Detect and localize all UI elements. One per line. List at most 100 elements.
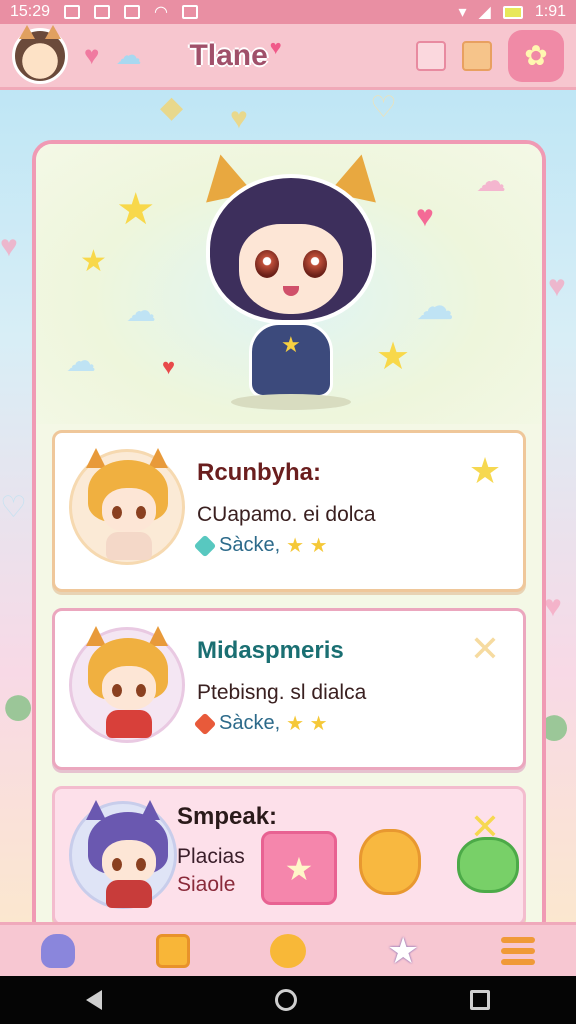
- mouth-icon: [283, 286, 299, 296]
- eye-icon: [303, 250, 327, 278]
- character-portrait: [69, 626, 185, 743]
- portrait-outfit: [106, 532, 152, 560]
- chick-icon: [269, 933, 306, 968]
- portrait-face: [102, 666, 156, 710]
- character-subtitle: Siaole: [177, 873, 236, 896]
- favorite-star-icon[interactable]: ✕: [465, 807, 505, 847]
- heart-deco-icon: ♥: [416, 200, 434, 233]
- character-card[interactable]: Rcunbyha: CUapamo. ei dolca Sàcke, ★ ★ ★: [52, 430, 526, 592]
- cloud-deco-icon: ☁: [126, 295, 156, 328]
- tag-label: Sàcke,: [219, 534, 281, 556]
- square-deco-icon: ◆: [160, 91, 184, 124]
- character-portrait: [69, 448, 185, 565]
- portrait-outfit: [106, 880, 152, 908]
- heart-deco-icon: ♥: [162, 354, 176, 379]
- eye-icon: [112, 684, 122, 697]
- eye-icon: [136, 858, 146, 871]
- nav-star-button[interactable]: ★: [375, 929, 431, 973]
- portrait-face: [102, 840, 156, 884]
- cloud-icon[interactable]: ☁: [115, 40, 141, 71]
- heart-deco-icon: ♡: [370, 91, 397, 124]
- character-list: Rcunbyha: CUapamo. ei dolca Sàcke, ★ ★ ★: [52, 430, 526, 922]
- character-card[interactable]: Midaspmeris Ptebisng. sl dialca Sàcke, ★…: [52, 608, 526, 770]
- flower-icon: ✿: [524, 40, 548, 71]
- star-icon: ★: [387, 929, 420, 971]
- frame-icon: [155, 933, 190, 968]
- system-nav-bar: [0, 976, 576, 1024]
- star-deco-icon: ★: [116, 185, 156, 234]
- heart-deco-icon: ♥: [548, 270, 566, 303]
- character-tag: Sàcke, ★ ★: [193, 711, 328, 736]
- star-badge-icon: ★: [281, 332, 301, 357]
- rating-stars: ★ ★: [286, 535, 328, 557]
- heart-deco-icon: ♥: [230, 102, 248, 135]
- main-card: ★ ★ ☁ ☁ ♥ ☁ ♥ ☁ ★ ★ Rcunbyha: CUapamo. e…: [32, 140, 546, 922]
- character-name: Midaspmeris: [197, 637, 344, 664]
- battery-icon: [502, 5, 523, 19]
- main-scene: ◆ ♥ ♡ ♥ ♡ ♥ ♥ ● ● ★ ★ ☁ ☁ ♥ ☁ ♥ ☁ ★ ★ Rc…: [0, 90, 576, 922]
- home-icon[interactable]: [274, 989, 297, 1011]
- gem-icon: [193, 712, 217, 735]
- character-tag: Sàcke, ★ ★: [193, 533, 328, 558]
- wifi-signal-icon: ▾: [458, 4, 467, 21]
- back-icon[interactable]: [86, 990, 103, 1010]
- cloud-deco-icon: ☁: [476, 165, 506, 198]
- close-icon[interactable]: ✕: [465, 629, 505, 669]
- nav-frame-button[interactable]: [145, 929, 201, 973]
- character-card[interactable]: Smpeak: Placias Siaole ★ ✕: [52, 786, 526, 922]
- character-description: Placias: [177, 845, 245, 868]
- notification-icon: [64, 5, 81, 19]
- gallery-icon[interactable]: [416, 40, 446, 71]
- eye-icon: [136, 684, 146, 697]
- character-name: Rcunbyha:: [197, 459, 322, 486]
- heart-deco-icon: ♥: [544, 590, 562, 623]
- heart-icon[interactable]: ♥: [84, 40, 99, 71]
- cloud-deco-icon: ☁: [66, 345, 96, 378]
- sticker-item[interactable]: ★: [261, 831, 337, 905]
- nav-menu-button[interactable]: [490, 929, 546, 973]
- tag-label: Sàcke,: [219, 712, 281, 734]
- cloud-deco-icon: ☁: [416, 286, 454, 328]
- eye-icon: [136, 506, 146, 519]
- avatar[interactable]: [12, 24, 68, 84]
- ghost-icon: [40, 933, 75, 968]
- nav-ghost-button[interactable]: [30, 929, 86, 973]
- message-icon: [182, 5, 199, 19]
- heart-deco-icon: ♡: [0, 491, 27, 524]
- gem-icon: [193, 534, 217, 557]
- eye-icon: [112, 858, 122, 871]
- wifi-icon: ◠: [154, 4, 169, 21]
- app-bar: ♥ ☁ Tlane ♥ ✿: [0, 24, 576, 90]
- character-description: Ptebisng. sl dialca: [197, 681, 367, 704]
- star-deco-icon: ★: [80, 245, 107, 278]
- notification-icon: [94, 5, 111, 19]
- recent-apps-icon[interactable]: [469, 990, 490, 1010]
- nav-chick-button[interactable]: [260, 929, 316, 973]
- character-portrait: [69, 800, 177, 909]
- bush-deco-icon: ●: [0, 671, 37, 738]
- orange-monster-icon[interactable]: [359, 829, 421, 895]
- hero-area: ★ ★ ☁ ☁ ♥ ☁ ♥ ☁ ★ ★: [36, 144, 542, 424]
- character-description: CUapamo. ei dolca: [197, 503, 376, 526]
- cards-icon[interactable]: [462, 40, 492, 71]
- cat-ear-icon: [86, 448, 106, 468]
- app-title: Tlane: [189, 38, 268, 72]
- favorite-star-icon[interactable]: ★: [465, 451, 505, 491]
- cell-signal-icon: ◢: [478, 4, 491, 21]
- hero-face: [239, 224, 343, 314]
- cat-ear-icon: [86, 626, 106, 646]
- eye-icon: [255, 250, 279, 278]
- portrait-outfit: [106, 710, 152, 738]
- notification-icon: [124, 5, 141, 19]
- settings-button[interactable]: ✿: [508, 29, 564, 82]
- hero-shadow: [231, 394, 351, 410]
- eye-icon: [112, 506, 122, 519]
- character-name: Smpeak:: [177, 803, 278, 830]
- rating-stars: ★ ★: [286, 713, 328, 735]
- cat-ear-icon: [86, 800, 106, 820]
- portrait-face: [102, 488, 156, 532]
- status-time: 15:29: [10, 3, 51, 20]
- hero-character[interactable]: ★: [191, 149, 391, 414]
- status-clock: 1:91: [534, 3, 566, 20]
- status-bar: 15:29 ◠ ▾ ◢ 1:91: [0, 0, 576, 24]
